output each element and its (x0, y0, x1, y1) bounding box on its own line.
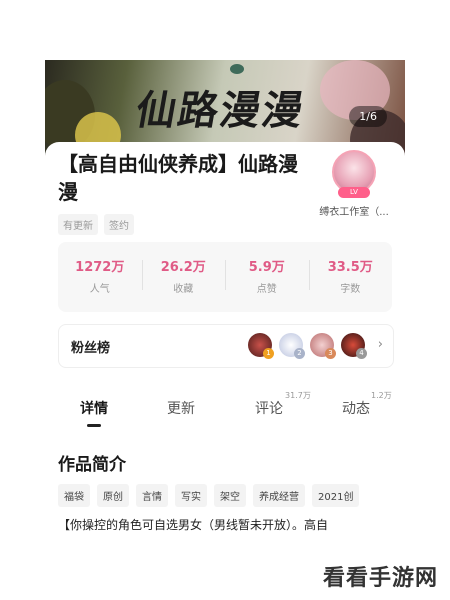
stat-popularity: 1272万 人气 (58, 242, 142, 312)
stat-favorites: 26.2万 收藏 (141, 242, 226, 312)
rank-badge: 2 (294, 348, 305, 359)
active-tab-indicator (87, 424, 101, 427)
tab-bar: 详情 更新 评论 31.7万 动态 1.2万 (45, 390, 405, 430)
rank-badge: 3 (325, 348, 336, 359)
genre-tag[interactable]: 原创 (97, 484, 129, 507)
stat-word-count: 33.5万 字数 (308, 242, 393, 312)
genre-tag[interactable]: 写实 (175, 484, 207, 507)
author-profile[interactable]: LV 缚衣工作室（... (313, 150, 395, 218)
rank-badge: 4 (356, 348, 367, 359)
fan-avatar[interactable]: 2 (279, 333, 305, 359)
genre-tag[interactable]: 2021创 (312, 484, 360, 507)
tab-activity[interactable]: 动态 (342, 398, 370, 418)
image-counter: 1/6 (349, 106, 387, 127)
stat-value: 33.5万 (327, 260, 373, 275)
genre-tag[interactable]: 养成经营 (253, 484, 305, 507)
fan-leaderboard-label: 粉丝榜 (71, 341, 111, 356)
stat-value: 5.9万 (248, 260, 285, 275)
status-tag: 有更新 (58, 214, 98, 235)
tab-updates[interactable]: 更新 (167, 398, 195, 418)
author-name[interactable]: 缚衣工作室（... (313, 203, 395, 218)
stat-label: 点赞 (256, 284, 277, 295)
intro-heading: 作品简介 (58, 455, 126, 475)
stat-value: 1272万 (75, 260, 125, 275)
app-screen: 仙路漫漫 1/6 【高自由仙侠养成】仙路漫漫 有更新 签约 LV 缚衣工作室（.… (45, 60, 405, 600)
detail-card: 【高自由仙侠养成】仙路漫漫 有更新 签约 LV 缚衣工作室（... 1272万 … (45, 142, 405, 600)
stats-panel: 1272万 人气 26.2万 收藏 5.9万 点赞 33.5万 字数 (58, 242, 392, 312)
intro-description: 【你操控的角色可自选男女（男线暂未开放）。高自 (58, 518, 329, 532)
tab-comments[interactable]: 评论 (255, 398, 283, 418)
work-title: 【高自由仙侠养成】仙路漫漫 (58, 152, 298, 204)
butterfly-icon (230, 64, 244, 74)
stat-value: 26.2万 (160, 260, 206, 275)
banner-title-art: 仙路漫漫 (132, 87, 309, 134)
status-tags: 有更新 签约 (58, 214, 134, 235)
fan-leaderboard[interactable]: 粉丝榜 1 2 3 4 › (58, 324, 394, 368)
status-tag: 签约 (104, 214, 134, 235)
author-avatar[interactable]: LV (332, 150, 376, 198)
site-watermark: 看看手游网 (322, 566, 438, 591)
activity-count: 1.2万 (371, 391, 392, 400)
chevron-right-icon[interactable]: › (378, 337, 383, 352)
genre-tag[interactable]: 福袋 (58, 484, 90, 507)
rank-badge: 1 (263, 348, 274, 359)
genre-tag[interactable]: 架空 (214, 484, 246, 507)
comment-count: 31.7万 (285, 391, 311, 400)
fan-avatar[interactable]: 4 (341, 333, 367, 359)
fan-avatar[interactable]: 3 (310, 333, 336, 359)
fan-avatar[interactable]: 1 (248, 333, 274, 359)
stat-label: 字数 (340, 284, 361, 295)
fan-avatars: 1 2 3 4 (248, 333, 367, 359)
tab-details[interactable]: 详情 (80, 398, 108, 418)
stat-likes: 5.9万 点赞 (225, 242, 309, 312)
stat-label: 收藏 (173, 284, 194, 295)
genre-tags: 福袋 原创 言情 写实 架空 养成经营 2021创 (58, 484, 398, 507)
author-level-badge: LV (338, 187, 370, 198)
stat-label: 人气 (89, 284, 110, 295)
genre-tag[interactable]: 言情 (136, 484, 168, 507)
